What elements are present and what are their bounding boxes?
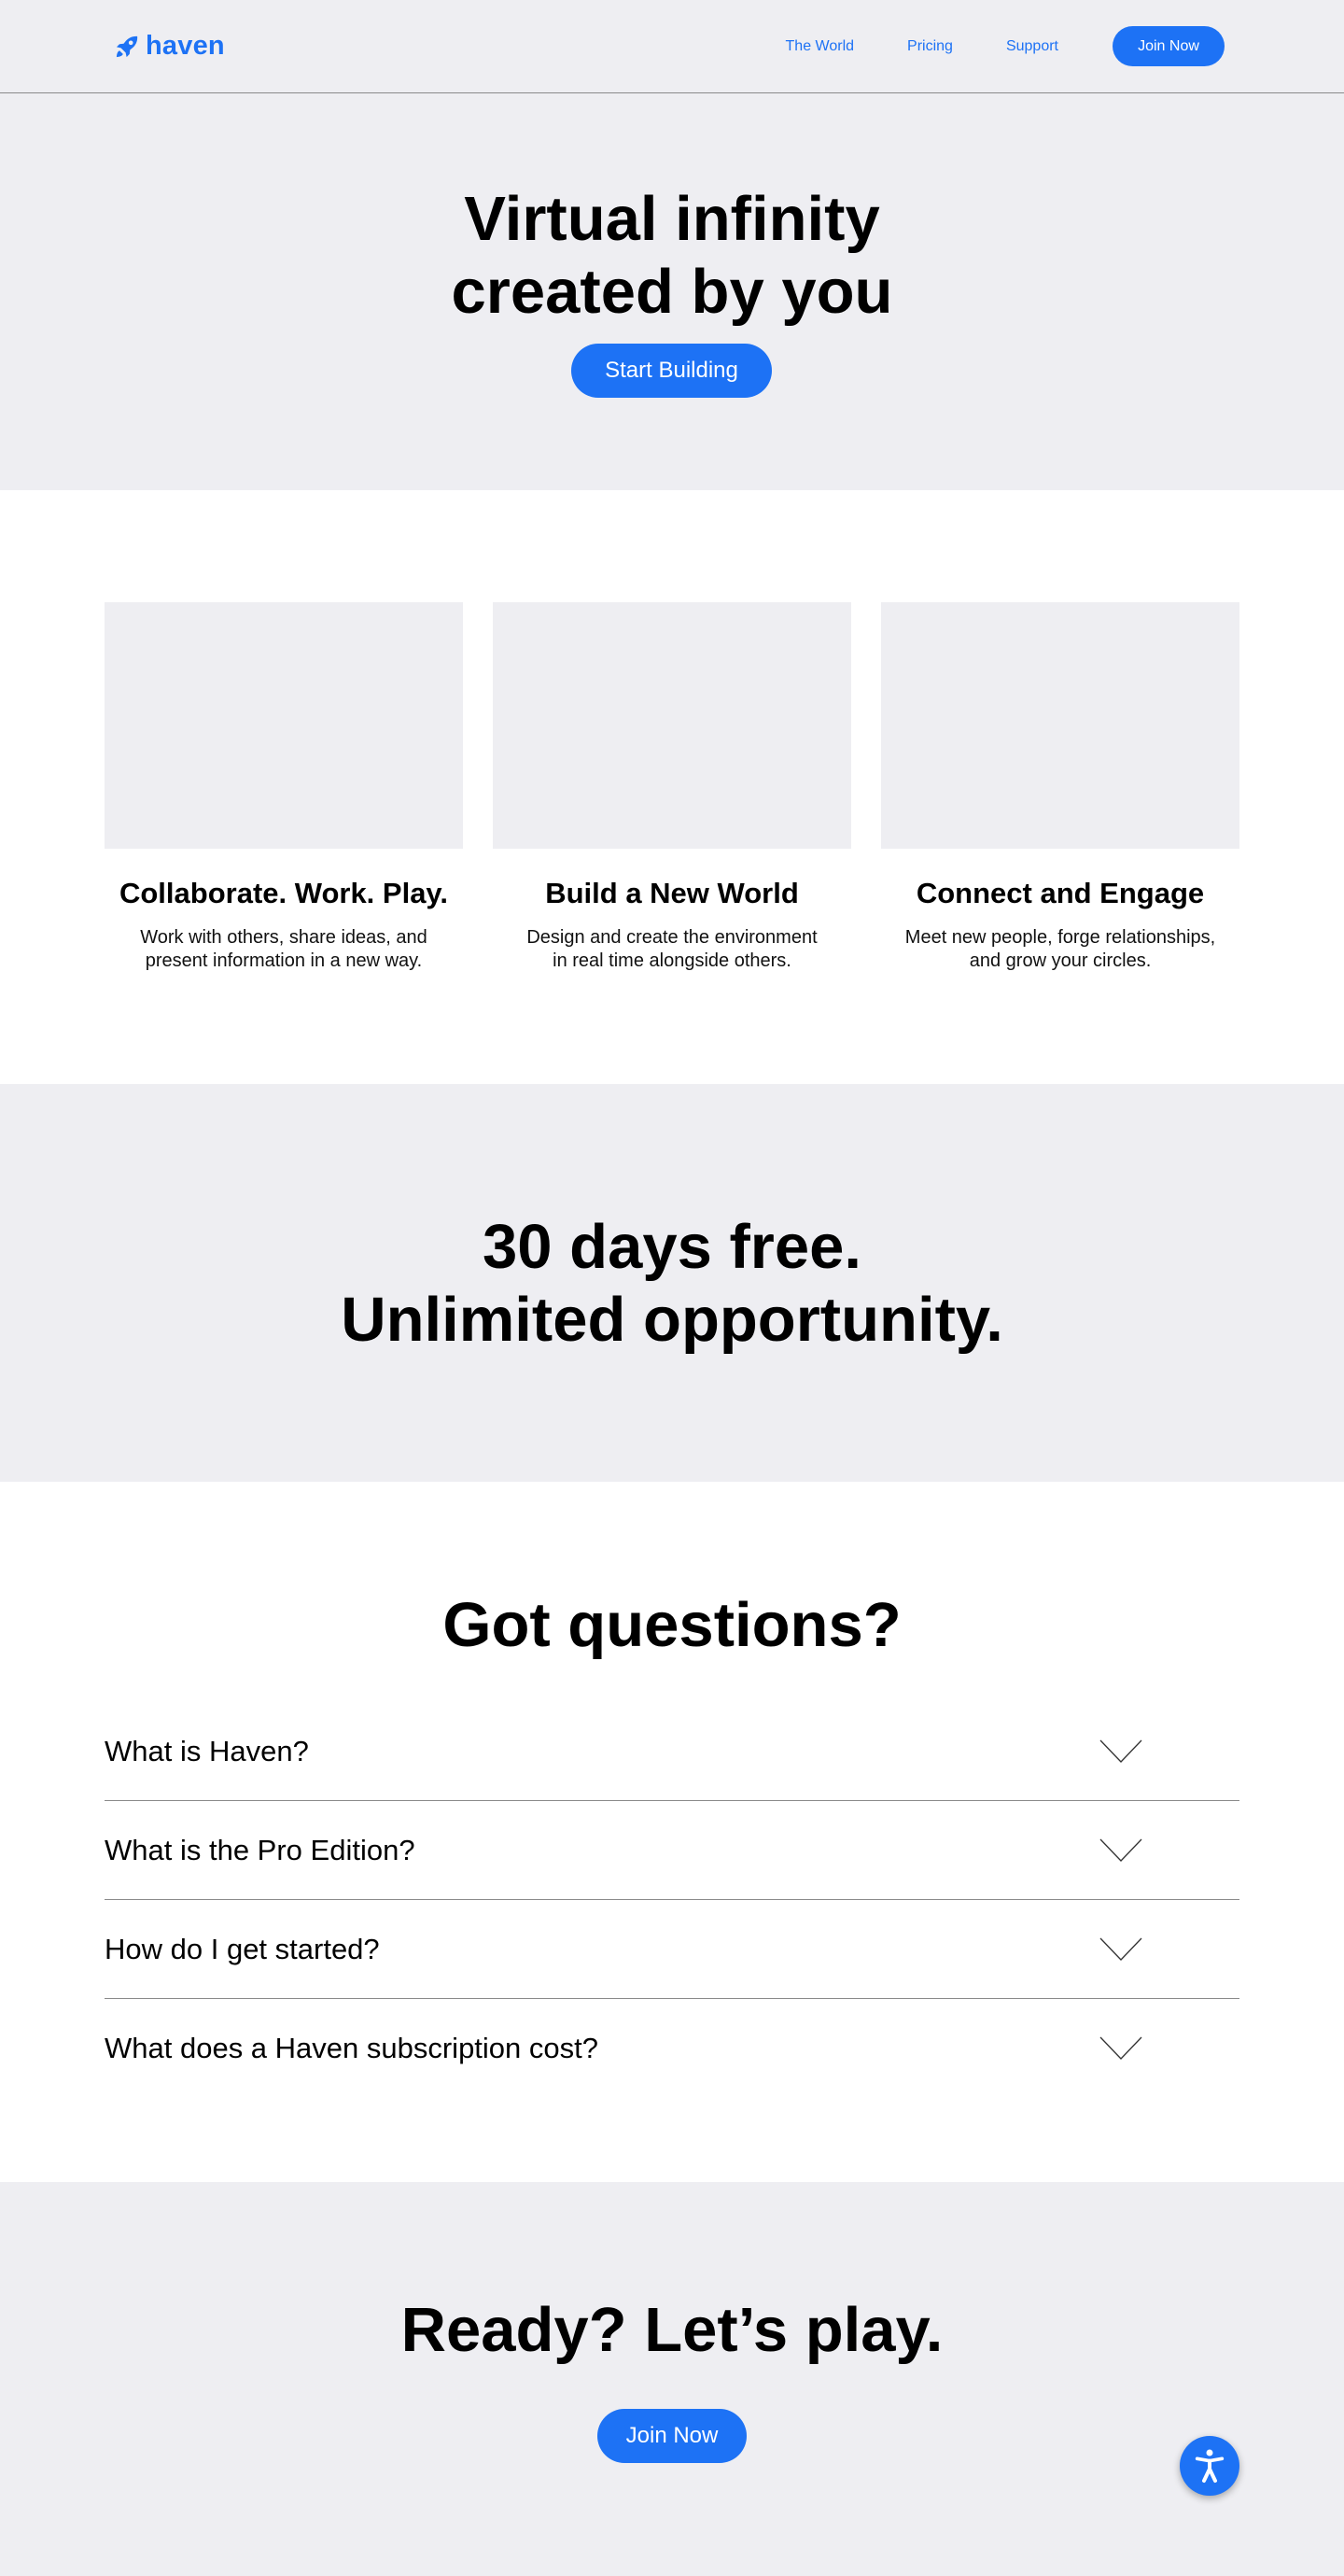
feature-description-line1: Meet new people, forge relationships, (904, 927, 1216, 948)
faq-item[interactable]: What does a Haven subscription cost? (105, 1999, 1239, 2098)
nav-link-the-world[interactable]: The World (786, 38, 855, 55)
promo-line2: Unlimited opportunity. (341, 1285, 1003, 1355)
faq-question: How do I get started? (105, 1932, 380, 1965)
faq-title: Got questions? (442, 1590, 902, 1660)
feature-title: Connect and Engage (916, 877, 1205, 909)
promo-line1: 30 days free. (483, 1212, 861, 1282)
feature-description: Design and create the environment in rea… (493, 926, 851, 973)
feature-card-connect: Connect and Engage Meet new people, forg… (881, 602, 1239, 973)
faq-question: What does a Haven subscription cost? (105, 2032, 598, 2064)
cta-section: Ready? Let’s play. Join Now (0, 2182, 1344, 2576)
hero-title-line2: created by you (451, 257, 893, 327)
feature-title: Collaborate. Work. Play. (119, 877, 448, 909)
features-section: Collaborate. Work. Play. Work with other… (0, 490, 1344, 1084)
accessibility-icon (1195, 2449, 1225, 2483)
join-now-button[interactable]: Join Now (1113, 26, 1225, 66)
feature-title: Build a New World (545, 877, 799, 909)
cta-join-now-button[interactable]: Join Now (597, 2409, 747, 2463)
faq-question: What is Haven? (105, 1734, 309, 1767)
hero-section: Virtual infinity created by you Start Bu… (0, 93, 1344, 490)
site-header: haven The World Pricing Support Join Now (0, 0, 1344, 93)
main-nav: The World Pricing Support Join Now (786, 26, 1225, 66)
hero-title: Virtual infinity created by you (0, 183, 1344, 329)
faq-item[interactable]: How do I get started? (105, 1900, 1239, 1999)
feature-image-placeholder (105, 602, 463, 849)
feature-description-line2: in real time alongside others. (553, 950, 791, 971)
cta-title: Ready? Let’s play. (400, 2295, 944, 2365)
feature-description: Meet new people, forge relationships, an… (881, 926, 1239, 973)
start-building-button[interactable]: Start Building (571, 344, 772, 398)
feature-description-line1: Work with others, share ideas, and (140, 927, 427, 948)
feature-image-placeholder (493, 602, 851, 849)
logo[interactable]: haven (114, 31, 225, 62)
chevron-down-icon[interactable] (1099, 1838, 1142, 1863)
chevron-down-icon[interactable] (1099, 2036, 1142, 2061)
promo-section: 30 days free. Unlimited opportunity. (0, 1084, 1344, 1482)
chevron-down-icon[interactable] (1099, 1739, 1142, 1764)
faq-item[interactable]: What is the Pro Edition? (105, 1801, 1239, 1900)
accessibility-button[interactable] (1180, 2436, 1239, 2496)
feature-description-line2: present information in a new way. (145, 950, 423, 971)
promo-headline: 30 days free. Unlimited opportunity. (0, 1211, 1344, 1357)
chevron-down-icon[interactable] (1099, 1937, 1142, 1962)
feature-image-placeholder (881, 602, 1239, 849)
faq-item[interactable]: What is Haven? (105, 1702, 1239, 1801)
rocket-icon (114, 34, 140, 60)
faq-question: What is the Pro Edition? (105, 1833, 415, 1866)
feature-description-line1: Design and create the environment (526, 927, 818, 948)
nav-link-pricing[interactable]: Pricing (907, 38, 953, 55)
hero-title-line1: Virtual infinity (464, 184, 880, 254)
feature-card-collaborate: Collaborate. Work. Play. Work with other… (105, 602, 463, 973)
feature-description: Work with others, share ideas, and prese… (105, 926, 463, 973)
feature-card-build: Build a New World Design and create the … (493, 602, 851, 973)
feature-description-line2: and grow your circles. (969, 950, 1152, 971)
logo-text: haven (146, 31, 225, 61)
nav-link-support[interactable]: Support (1006, 38, 1058, 55)
